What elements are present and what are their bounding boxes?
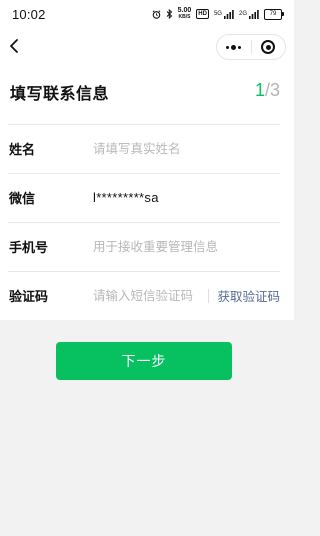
step-current: 1 [254,80,265,100]
step-indicator: 1/3 [255,80,280,101]
signal-1-label: 5G [213,11,222,17]
wechat-value[interactable]: l*********sa [93,190,280,205]
status-icons: 5.00 KB/S HD 5G 2G 79 [152,7,284,21]
network-speed: 5.00 KB/S [178,7,192,21]
page: 10:02 5.00 KB/S HD 5G 2G 79 填写联系信息 1/3 姓… [0,0,294,536]
more-dots-icon [226,44,242,50]
mini-program-capsule [216,34,286,60]
network-speed-unit: KB/S [178,14,191,20]
wechat-row: 微信 l*********sa [8,173,280,221]
alarm-icon [152,9,161,19]
form-header: 填写联系信息 1/3 [0,66,294,124]
get-code-button[interactable]: 获取验证码 [217,286,280,305]
next-step-button[interactable]: 下一步 [56,342,232,380]
contact-form: 填写联系信息 1/3 姓名 微信 l*********sa 手机号 验证码 获取… [0,66,294,320]
nav-bar [0,28,294,66]
bluetooth-icon [166,9,172,19]
signal-1-icon [223,9,234,19]
phone-label: 手机号 [9,241,49,256]
wechat-label: 微信 [9,192,36,207]
more-button[interactable] [217,35,251,59]
signal-2-icon [249,9,259,19]
code-input[interactable] [93,288,205,303]
code-row: 验证码 获取验证码 [8,271,280,319]
phone-input[interactable] [93,239,280,254]
status-bar: 10:02 5.00 KB/S HD 5G 2G 79 [0,0,294,28]
phone-row: 手机号 [8,222,280,270]
code-label: 验证码 [9,290,49,305]
network-speed-value: 5.00 [177,7,192,14]
code-divider [208,288,210,303]
hd-badge: HD [196,9,209,19]
step-total: /3 [264,80,280,100]
page-title: 填写联系信息 [10,84,110,103]
name-row: 姓名 [8,124,280,172]
close-mini-program-button[interactable] [252,35,286,59]
name-input[interactable] [93,141,280,156]
name-label: 姓名 [9,143,36,158]
chevron-left-icon [10,39,18,53]
battery-icon: 79 [264,8,284,20]
status-time: 10:02 [12,6,46,22]
signal-2-label: 2G [238,11,247,17]
target-circle-icon [261,40,276,54]
back-button[interactable] [2,32,26,60]
